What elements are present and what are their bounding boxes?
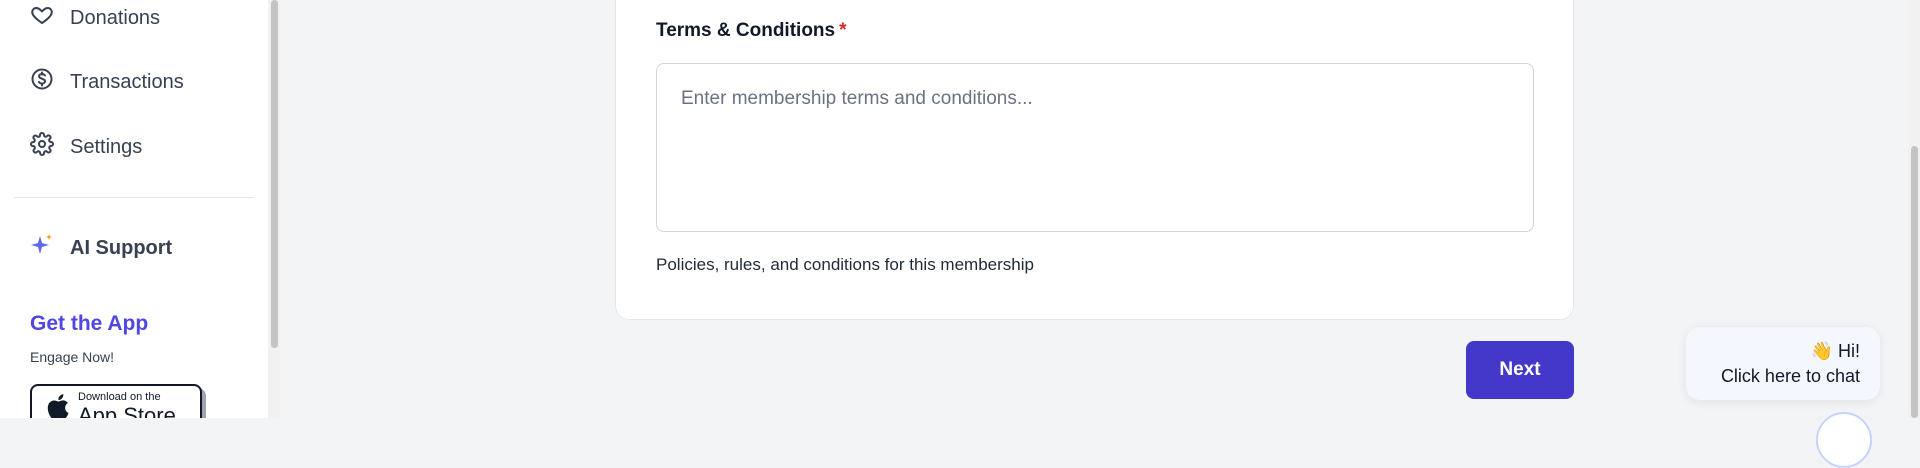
sidebar-item-label: AI Support xyxy=(70,236,173,259)
required-marker: * xyxy=(839,20,847,41)
sidebar-item-label: Settings xyxy=(70,135,143,158)
get-app-subtitle: Engage Now! xyxy=(30,349,115,365)
next-button[interactable]: Next xyxy=(1466,341,1574,399)
dollar-circle-icon xyxy=(30,67,54,97)
gear-icon xyxy=(30,132,54,162)
sidebar-divider xyxy=(14,197,254,198)
sidebar-item-donations[interactable]: Donations xyxy=(30,2,160,34)
terms-textarea[interactable] xyxy=(656,63,1534,232)
get-app-title: Get the App xyxy=(30,312,149,335)
sidebar-scrollbar-thumb[interactable] xyxy=(271,0,278,348)
chat-prompt: Click here to chat xyxy=(1720,365,1860,386)
terms-label-text: Terms & Conditions xyxy=(656,20,836,41)
app-store-small-label: Download on the xyxy=(78,390,161,403)
sidebar-item-transactions[interactable]: Transactions xyxy=(30,66,184,98)
app-store-button[interactable]: Download on the App Store xyxy=(30,384,202,418)
terms-label: Terms & Conditions * xyxy=(656,20,847,42)
sidebar-item-label: Donations xyxy=(70,6,161,29)
app-store-text: Download on the App Store xyxy=(78,390,176,418)
main-scrollbar-thumb[interactable] xyxy=(1911,146,1918,418)
main-scrollbar[interactable] xyxy=(1908,0,1920,418)
heart-icon xyxy=(30,3,54,33)
terms-helper-text: Policies, rules, and conditions for this… xyxy=(656,255,1034,274)
sidebar-scrollbar[interactable] xyxy=(268,0,280,418)
chat-launcher-button[interactable] xyxy=(1816,412,1872,468)
sparkle-icon xyxy=(30,233,54,263)
chat-greeting: 👋 Hi! xyxy=(1810,340,1860,361)
sidebar-item-label: Transactions xyxy=(70,70,184,93)
apple-icon xyxy=(44,392,70,418)
sidebar-item-settings[interactable]: Settings xyxy=(30,131,142,163)
app-store-big-label: App Store xyxy=(78,402,176,418)
sidebar: Donations Transactions Settings AI Suppo… xyxy=(0,0,269,418)
sidebar-item-ai-support[interactable]: AI Support xyxy=(30,232,172,264)
chat-bubble[interactable]: 👋 Hi! Click here to chat xyxy=(1686,327,1880,400)
